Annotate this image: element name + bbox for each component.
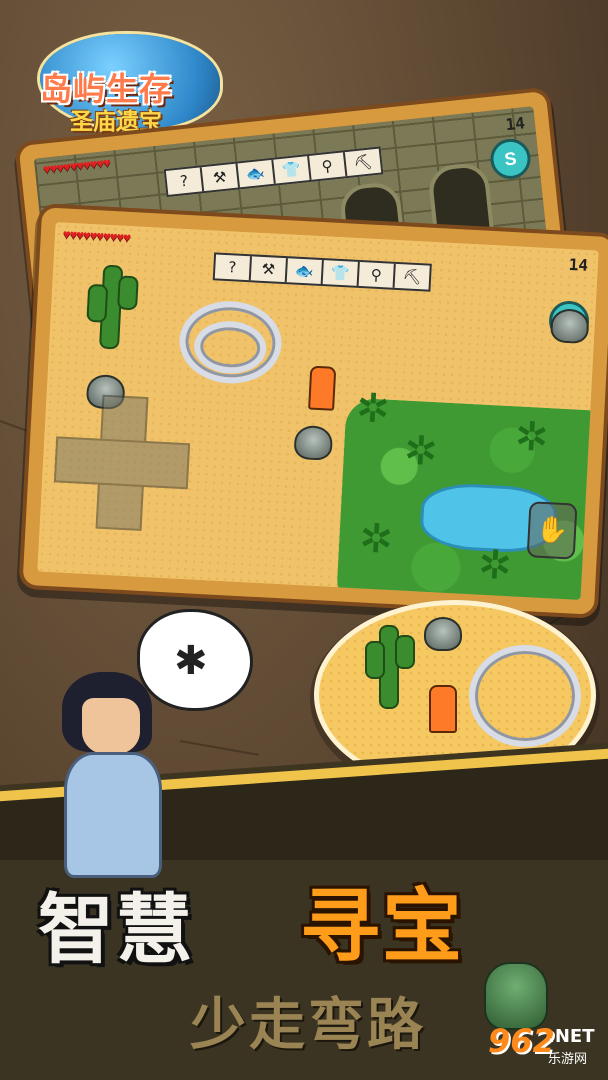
girl-character <box>52 672 172 878</box>
shovel-icon[interactable]: ⚲ <box>358 261 396 288</box>
day-counter: 14 <box>504 113 526 135</box>
slogan-shortcut: 少走弯路 <box>190 993 426 1058</box>
cactus-arm <box>395 635 415 669</box>
cactus-arm <box>86 283 109 323</box>
shirt-icon[interactable]: 👕 <box>322 260 360 286</box>
screenshot-desert: ♥♥♥♥♥♥♥♥♥♥ ? ⚒ 🐟 👕 ⚲ ⛏ 14 S ✲ <box>22 207 608 615</box>
promo-screen: 岛屿生存 圣庙遗宝 ♥♥♥♥♥♥♥♥♥♥ ? ⚒ 🐟 👕 ⚲ ⛏ 14 S ♥♥… <box>0 0 608 1080</box>
site-watermark: 962 .NET 乐游网 <box>488 1020 600 1070</box>
watermark-domain: .NET <box>548 1026 595 1047</box>
dpad-horizontal[interactable] <box>53 436 191 490</box>
game-logo: 岛屿生存 圣庙遗宝 <box>22 28 232 136</box>
watermark-site-name: 乐游网 <box>548 1052 588 1067</box>
palm-tree: ✲ <box>476 541 513 590</box>
health-hearts: ♥♥♥♥♥♥♥♥♥♥ <box>62 226 131 245</box>
axe-icon[interactable]: ⚒ <box>201 163 240 192</box>
player-character <box>429 685 457 733</box>
inventory-bar: ? ⚒ 🐟 👕 ⚲ ⛏ <box>212 252 432 292</box>
cactus-arm <box>117 275 139 311</box>
slogan-treasure: 寻宝 <box>300 880 464 973</box>
help-icon[interactable]: ? <box>214 254 253 281</box>
palm-tree: ✲ <box>355 385 391 433</box>
spider-icon: ✱ <box>174 638 208 684</box>
desert-scene: ♥♥♥♥♥♥♥♥♥♥ ? ⚒ 🐟 👕 ⚲ ⛏ 14 S ✲ <box>37 222 599 600</box>
player-character[interactable] <box>308 365 337 411</box>
fish-icon[interactable]: 🐟 <box>237 159 276 188</box>
spider-enemy <box>424 617 462 651</box>
palm-tree: ✲ <box>358 515 395 564</box>
palm-tree: ✲ <box>513 413 550 462</box>
axe-icon[interactable]: ⚒ <box>250 256 288 283</box>
watermark-number: 962 <box>488 1022 555 1060</box>
dpad-control[interactable] <box>52 392 191 531</box>
shirt-icon[interactable]: 👕 <box>273 155 312 184</box>
fish-icon[interactable]: 🐟 <box>286 258 324 285</box>
help-icon[interactable]: ? <box>165 167 205 195</box>
jungle-area: ✲ ✲ ✲ ✲ ✲ <box>335 385 599 600</box>
cactus-arm <box>365 641 385 679</box>
pickaxe-icon[interactable]: ⛏ <box>345 149 381 176</box>
ground-crack <box>179 740 259 756</box>
hand-action-button[interactable]: ✋ <box>526 501 578 560</box>
logo-subtitle: 圣庙遗宝 <box>70 108 162 134</box>
palm-tree: ✲ <box>402 427 439 476</box>
slogan-wisdom: 智慧 <box>38 885 194 974</box>
day-counter: 14 <box>568 254 589 275</box>
spider-enemy[interactable] <box>293 424 334 461</box>
shovel-icon[interactable]: ⚲ <box>309 152 348 180</box>
skeleton-bones <box>469 645 581 747</box>
pickaxe-icon[interactable]: ⛏ <box>395 264 430 290</box>
